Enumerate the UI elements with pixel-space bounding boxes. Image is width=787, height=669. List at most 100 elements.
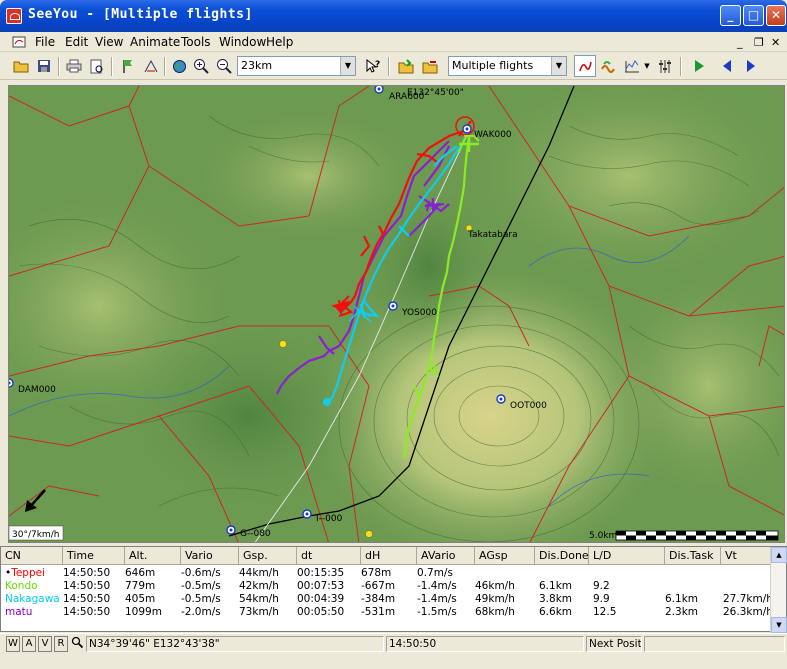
app-icon[interactable] [6,8,22,24]
save-icon[interactable] [33,55,55,77]
zoom-value: 23km [241,59,273,72]
cursor-coordinates: N34°39'46" E132°43'38" [86,636,384,652]
waypoint-label: YOS000 [401,308,437,318]
task-icon[interactable] [140,55,162,77]
zoom-in-icon[interactable] [190,55,212,77]
thermal-icon[interactable] [597,55,619,77]
waypoint-label: OOT000 [510,401,547,411]
menu-animate[interactable]: Animate [130,35,180,49]
cell-ld: 9.2 [593,580,610,592]
scroll-up-icon[interactable]: ▲ [771,547,787,563]
cell-avario: -1.4m/s [417,593,457,605]
barogram-icon[interactable] [621,55,643,77]
menu-view[interactable]: View [95,35,123,49]
svg-text:?: ? [375,60,380,70]
scale-bar [615,530,779,541]
mdi-restore-button[interactable]: ❐ [754,36,764,49]
column-header-agsp[interactable]: AGsp [475,547,535,565]
cell-cn: matu [5,606,32,618]
column-header-gsp[interactable]: Gsp. [239,547,297,565]
print-preview-icon[interactable] [86,55,108,77]
topographic-map[interactable]: ARA600 E132°45'00" WAK000 Takatabara YOS… [9,86,785,543]
cell-disdone: 3.8km [539,593,573,605]
column-header-cn[interactable]: CN [1,547,63,565]
column-header-time[interactable]: Time [63,547,125,565]
status-time: 14:50:50 [386,636,584,652]
mdi-close-button[interactable]: ✕ [771,36,780,49]
pilot-name: Nakagawa [5,593,60,605]
magnifier-icon[interactable] [70,636,84,652]
menu-bar: File Edit View Animate Tools Window Help… [0,32,787,52]
cell-vario: -0.6m/s [181,567,221,579]
cell-disdone: 6.1km [539,580,573,592]
table-row[interactable]: Kondo 14:50:50 779m -0.5m/s 42km/h 00:07:53 -6… [1,580,771,592]
menu-help[interactable]: Help [266,35,293,49]
status-button-a[interactable]: A [22,636,36,652]
column-header-dh[interactable]: dH [361,547,417,565]
map-view[interactable]: ARA600 E132°45'00" WAK000 Takatabara YOS… [8,85,785,543]
close-button[interactable]: ✕ [766,5,786,26]
cell-alt: 646m [125,567,156,579]
column-header-ld[interactable]: L/D [589,547,665,565]
previous-icon[interactable] [716,55,738,77]
status-button-r[interactable]: R [54,636,68,652]
view-mode-value: Multiple flights [452,59,534,72]
view-mode-select[interactable]: Multiple flights ▼ [448,56,567,76]
cell-vt: 27.7km/h [723,593,773,605]
chevron-down-icon[interactable]: ▼ [642,55,652,77]
cell-dt: 00:07:53 [297,580,345,592]
table-row[interactable]: •Teppei 14:50:50 646m -0.6m/s 44km/h 00:15:35… [1,567,771,579]
cell-ld: 12.5 [593,606,617,618]
column-header-dt[interactable]: dt [297,547,361,565]
import-flight-icon[interactable] [395,55,417,77]
menu-file[interactable]: File [35,35,55,49]
scroll-down-icon[interactable]: ▼ [771,617,787,633]
zoom-select[interactable]: 23km ▼ [237,56,356,76]
status-button-v[interactable]: V [38,636,52,652]
cell-distask: 6.1km [665,593,699,605]
column-header-vario[interactable]: Vario [181,547,239,565]
status-button-w[interactable]: W [6,636,20,652]
open-folder-icon[interactable] [10,55,32,77]
chevron-down-icon[interactable]: ▼ [551,57,566,75]
globe-icon[interactable] [168,55,190,77]
bottom-strip [0,653,787,669]
cell-vario: -0.5m/s [181,580,221,592]
help-pointer-icon[interactable]: ? [362,55,384,77]
table-row[interactable]: matu 14:50:50 1099m -2.0m/s 73km/h 00:05:50 -5… [1,606,773,618]
settings-sliders-icon[interactable] [654,55,676,77]
document-icon[interactable] [12,35,26,49]
cell-time: 14:50:50 [63,567,111,579]
column-header-avario[interactable]: AVario [417,547,475,565]
column-header-distask[interactable]: Dis.Task [665,547,721,565]
waypoint-label: DAM000 [18,385,56,395]
maximize-button[interactable]: □ [743,5,764,26]
cell-avario: -1.4m/s [417,580,457,592]
cell-dh: 678m [361,567,392,579]
zoom-out-icon[interactable] [213,55,235,77]
mdi-minimize-button[interactable]: _ [737,36,743,49]
title-bar: SeeYou - [Multiple flights] _ □ ✕ [0,0,787,32]
column-header-disdone[interactable]: Dis.Done [535,547,589,565]
flight-track-icon[interactable] [574,55,596,77]
menu-edit[interactable]: Edit [65,35,88,49]
coordinate-label: E132°45'00" [407,88,464,98]
table-row[interactable]: Nakagawa 14:50:50 405m -0.5m/s 54km/h 00:04:3… [1,593,773,605]
column-header-vt[interactable]: Vt [721,547,771,565]
cell-dt: 00:04:39 [297,593,345,605]
menu-tools[interactable]: Tools [181,35,211,49]
export-flight-icon[interactable] [419,55,441,77]
print-icon[interactable] [63,55,85,77]
chevron-down-icon[interactable]: ▼ [340,57,355,75]
minimize-button[interactable]: _ [720,5,741,26]
table-scrollbar[interactable]: ▲ ▼ [770,547,787,633]
cell-vt: 26.3km/h [723,606,773,618]
waypoint-flag-icon[interactable] [117,55,139,77]
cell-avario: -1.5m/s [417,606,457,618]
next-icon[interactable] [740,55,762,77]
cell-ld: 9.9 [593,593,610,605]
column-header-alt[interactable]: Alt. [125,547,181,565]
play-icon[interactable] [688,55,710,77]
pilot-name: matu [5,606,33,618]
menu-window[interactable]: Window [219,35,266,49]
